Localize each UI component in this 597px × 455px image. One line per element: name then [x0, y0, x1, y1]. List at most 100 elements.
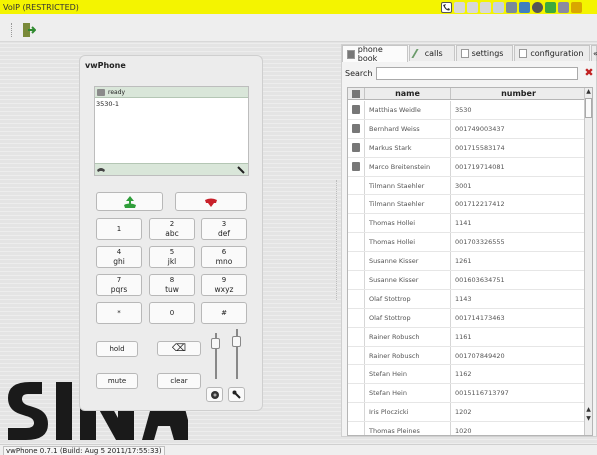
table-row[interactable]: Thomas Hollei 001703326555 — [348, 233, 586, 253]
key-5[interactable]: 6 mno — [201, 246, 247, 268]
key-7[interactable]: 8 tuw — [149, 274, 195, 296]
table-row[interactable]: Markus Stark 001715583174 — [348, 138, 586, 158]
scroll-down-icon[interactable]: ▲ — [585, 406, 592, 414]
contact-number: 001749003437 — [455, 124, 505, 133]
table-row[interactable]: Susanne Kisser 001603634751 — [348, 271, 586, 290]
header-name[interactable]: name — [365, 88, 451, 99]
scroll-up-icon[interactable]: ▲ — [585, 88, 592, 96]
volume-slider-knob-2[interactable] — [232, 336, 241, 347]
row-icon-cell — [348, 422, 365, 435]
pen-icon[interactable] — [558, 2, 569, 13]
mute-button[interactable]: mute — [96, 373, 138, 389]
tab-scroll-left[interactable]: « — [591, 45, 597, 61]
key-1[interactable]: 2 abc — [149, 218, 195, 240]
key-3[interactable]: 4 ghi — [96, 246, 142, 268]
contact-name: Susanne Kisser — [365, 252, 451, 271]
key-letters: mno — [215, 257, 233, 266]
table-row[interactable]: Thomas Hollei 1141 — [348, 214, 586, 234]
workspace-2-icon[interactable] — [467, 2, 478, 13]
backspace-button[interactable]: ⌫ — [157, 341, 201, 356]
key-6[interactable]: 7 pqrs — [96, 274, 142, 296]
scroll-down-icon-2[interactable]: ▼ — [585, 415, 592, 423]
tab-calls[interactable]: calls — [408, 45, 455, 61]
table-row[interactable]: Olaf Stottrop 1143 — [348, 289, 586, 309]
table-row[interactable]: Thomas Pleines 1020 — [348, 422, 586, 435]
phone-status: ready — [108, 89, 126, 96]
phone-title: vwPhone — [85, 61, 126, 70]
search-input[interactable] — [376, 67, 578, 80]
table-row[interactable]: Rainer Robusch 001707849420 — [348, 346, 586, 366]
contact-number: 3001 — [455, 181, 472, 190]
contact-name: Thomas Pleines — [365, 422, 451, 435]
table-row[interactable]: Olaf Stottrop 001714173463 — [348, 308, 586, 328]
scroll-thumb[interactable] — [585, 98, 592, 118]
lock-icon[interactable] — [571, 2, 582, 13]
key-digit: 2 — [169, 220, 175, 228]
hold-button[interactable]: hold — [96, 341, 138, 357]
key-11[interactable]: # — [201, 302, 247, 324]
key-digit: * — [117, 308, 121, 317]
key-0[interactable]: 1 — [96, 218, 142, 240]
headset-icon — [210, 391, 219, 399]
hangup-button[interactable] — [175, 192, 247, 211]
key-2[interactable]: 3 def — [201, 218, 247, 240]
key-letters: ghi — [113, 257, 125, 266]
phone-tray-icon[interactable] — [441, 2, 452, 13]
clear-search-icon[interactable]: ✖ — [582, 66, 596, 80]
tab-settings[interactable]: settings — [455, 45, 514, 61]
pane-divider[interactable] — [336, 180, 337, 300]
green-status-icon[interactable] — [545, 2, 556, 13]
tab-phone-book-label: phone book — [357, 45, 383, 63]
key-4[interactable]: 5 jkl — [149, 246, 195, 268]
dialed-number: 3530-1 — [96, 100, 120, 108]
contact-name: Olaf Stottrop — [365, 308, 451, 327]
row-icon-cell — [348, 214, 365, 233]
table-row[interactable]: Iris Ploczicki 1202 — [348, 403, 586, 423]
table-row[interactable]: Stefan Hein 0015116713797 — [348, 384, 586, 404]
tools-button[interactable] — [228, 387, 245, 402]
row-icon-cell — [348, 384, 365, 403]
clear-button[interactable]: clear — [157, 373, 201, 389]
header-icon-column[interactable] — [348, 88, 365, 99]
tab-phone-book[interactable]: phone book — [342, 45, 408, 63]
volume-slider-knob-1[interactable] — [211, 338, 220, 349]
contact-name: Markus Stark — [365, 138, 451, 157]
battery-icon[interactable] — [519, 2, 530, 13]
exit-icon[interactable] — [22, 22, 36, 38]
call-icon — [123, 195, 136, 208]
key-8[interactable]: 9 wxyz — [201, 274, 247, 296]
table-row[interactable]: Marco Breitenstein 001719714081 — [348, 157, 586, 177]
settings-doc-icon — [460, 49, 469, 58]
table-row[interactable]: Tilmann Staehler 3001 — [348, 176, 586, 196]
tab-configuration[interactable]: configuration — [514, 45, 590, 61]
table-row[interactable]: Susanne Kisser 1261 — [348, 252, 586, 272]
key-letters: wxyz — [214, 285, 234, 294]
contact-icon — [352, 105, 360, 114]
table-row[interactable]: Bernhard Weiss 001749003437 — [348, 119, 586, 139]
headset-button[interactable] — [206, 387, 223, 402]
row-icon-cell — [348, 119, 365, 138]
workspace-3-icon[interactable] — [480, 2, 491, 13]
contact-icon — [352, 123, 360, 133]
contact-name: Rainer Robusch — [365, 346, 451, 365]
contact-number: 001715583174 — [455, 143, 505, 152]
monitor-icon[interactable] — [506, 2, 517, 13]
table-row[interactable]: Stefan Hein 1162 — [348, 365, 586, 385]
workspace-1-icon[interactable] — [454, 2, 465, 13]
table-row[interactable]: Rainer Robusch 1161 — [348, 327, 586, 347]
key-10[interactable]: 0 — [149, 302, 195, 324]
key-9[interactable]: * — [96, 302, 142, 324]
display-bottom-bar — [95, 163, 248, 175]
call-button[interactable] — [96, 192, 163, 211]
contact-name: Thomas Hollei — [365, 233, 451, 252]
network-icon[interactable] — [493, 2, 504, 13]
gear-tray-icon[interactable] — [532, 2, 543, 13]
contact-number: 001712217412 — [455, 200, 505, 209]
contact-name: Susanne Kisser — [365, 271, 451, 289]
header-number[interactable]: number — [451, 88, 586, 99]
wrench-icon — [232, 390, 241, 399]
toolbar-grip[interactable] — [11, 23, 13, 37]
table-row[interactable]: Tilmann Staehler 001712217412 — [348, 195, 586, 215]
table-scrollbar[interactable]: ▲ ▲ ▼ — [584, 88, 592, 435]
table-row[interactable]: Matthias Weidle 3530 — [348, 101, 586, 120]
